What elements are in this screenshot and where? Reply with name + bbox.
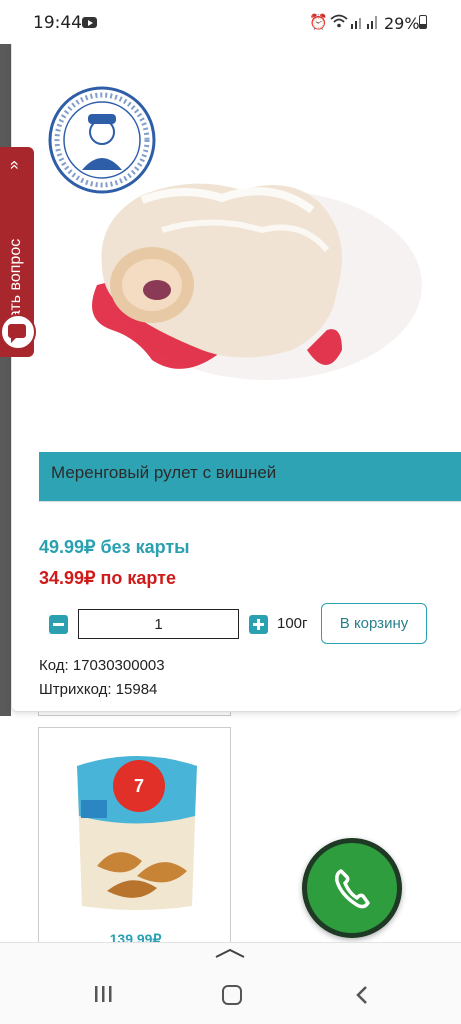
recent-apps-icon[interactable] [93, 985, 113, 1003]
chevron-up-icon[interactable] [214, 947, 246, 959]
system-nav-bar [0, 942, 461, 1024]
chat-bubble-icon[interactable] [0, 314, 36, 350]
svg-text:7: 7 [134, 776, 144, 796]
quantity-decrease-button[interactable] [49, 615, 68, 634]
battery-percent: 29% [384, 14, 420, 33]
alarm-icon: ⏰ [309, 14, 328, 31]
page-edge-shadow [0, 40, 11, 716]
price-with-card: 34.99₽ по карте [39, 568, 176, 588]
status-time: 19:44 [33, 13, 82, 33]
home-icon[interactable] [222, 985, 242, 1005]
product-card[interactable]: 7 139.99₽ [38, 727, 231, 967]
battery-icon [419, 15, 427, 29]
add-to-cart-button[interactable]: В корзину [321, 603, 427, 644]
call-button[interactable] [302, 838, 402, 938]
croissants-package-image[interactable]: 7 [67, 736, 207, 914]
quantity-input[interactable] [78, 609, 239, 639]
quantity-unit: 100г [277, 615, 308, 632]
product-title-bar: Меренговый рулет с вишней [39, 452, 461, 502]
screen: 19:44 ⏰ 29% Меренговый рулет с вишней 49… [0, 0, 461, 1024]
meringue-roll-image[interactable] [42, 80, 422, 400]
youtube-notification-icon [82, 17, 97, 28]
status-bar: 19:44 ⏰ 29% [0, 0, 461, 44]
wifi-icon [330, 14, 348, 28]
product-code: Код: 17030300003 [39, 657, 165, 674]
quantity-increase-button[interactable] [249, 615, 268, 634]
signal-icon [351, 16, 377, 29]
back-icon[interactable] [355, 985, 369, 1005]
phone-icon [335, 869, 370, 909]
product-panel: Меренговый рулет с вишней 49.99₽ без кар… [11, 40, 461, 712]
product-barcode: Штрихкод: 15984 [39, 681, 158, 698]
price-without-card: 49.99₽ без карты [39, 537, 190, 557]
product-title: Меренговый рулет с вишней [51, 463, 277, 482]
chat-bubble-shape [8, 324, 26, 343]
